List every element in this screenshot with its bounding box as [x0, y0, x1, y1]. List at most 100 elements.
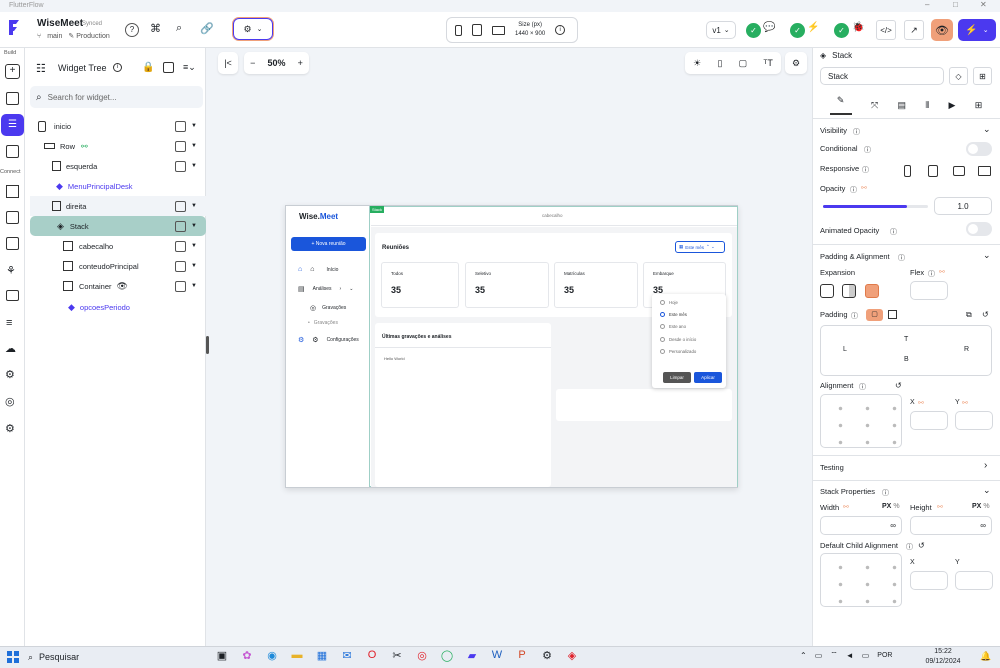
animated-opacity-toggle[interactable] — [966, 222, 992, 236]
nav-item-gravacoes[interactable]: ◎ Gravações — [310, 304, 346, 312]
expansion-flexible-icon[interactable] — [842, 284, 856, 298]
tab-state-icon[interactable]: ⦀ — [925, 100, 929, 111]
info-icon[interactable]: ⓘ — [928, 269, 935, 279]
period-option[interactable]: Hoje — [660, 300, 678, 305]
sort-icon[interactable]: ≡⌄ — [183, 62, 196, 73]
check-icon[interactable]: ✓ — [746, 23, 761, 38]
powerpoint-icon[interactable]: P — [514, 649, 530, 665]
tree-item-inicio[interactable]: inicio ▼ — [30, 116, 206, 136]
info-icon[interactable]: ⓘ — [898, 253, 905, 263]
caret-down-icon[interactable]: ▼ — [191, 263, 197, 269]
version-select[interactable]: v1 ⌄ — [706, 21, 736, 39]
add-child-icon[interactable] — [175, 120, 186, 132]
brightness-icon[interactable]: ☀ — [693, 58, 701, 69]
integrations-icon[interactable]: ⚙ — [5, 368, 15, 381]
bug-icon[interactable]: 🐞 — [852, 22, 864, 33]
search-icon[interactable]: ⌕ — [176, 22, 182, 35]
padding-bottom[interactable]: B — [904, 356, 909, 363]
add-child-icon[interactable] — [175, 260, 186, 272]
tree-item-row[interactable]: Row ⚯ ▼ — [30, 136, 206, 156]
storyboard-icon[interactable] — [6, 145, 19, 158]
child-align-y-input[interactable] — [955, 571, 993, 590]
caret-down-icon[interactable]: ▼ — [191, 203, 197, 209]
padding-right[interactable]: R — [964, 346, 969, 353]
nav-item-inicio[interactable]: ⌂ ⌂ Início — [298, 266, 338, 273]
desktop-icon[interactable] — [978, 166, 991, 176]
chevron-right-icon[interactable]: › — [984, 460, 987, 471]
file-explorer-icon[interactable]: ▬ — [289, 649, 305, 665]
conditional-toggle[interactable] — [966, 142, 992, 156]
store-icon[interactable]: ▦ — [314, 649, 330, 665]
run-button[interactable]: ⚡ ⌄ — [958, 19, 996, 41]
nav-item-configuracoes[interactable]: ⚙ ⚙ Configurações — [298, 336, 359, 344]
language-label[interactable]: POR — [877, 652, 892, 659]
phone-icon[interactable] — [455, 24, 462, 36]
period-option[interactable]: Desde o início — [660, 337, 696, 342]
phone-icon[interactable] — [904, 165, 911, 177]
widget-palette-button[interactable]: ⚙ ⌄ — [233, 18, 273, 40]
tree-item-opcoesperiodo[interactable]: ◆ opcoesPeriodo — [30, 297, 206, 317]
tab-actions-icon[interactable]: ⤧ — [871, 100, 878, 111]
tab-docs-icon[interactable]: ⊞ — [975, 100, 983, 111]
pages-icon[interactable] — [6, 92, 19, 105]
lock-icon[interactable]: 🔒 — [142, 62, 154, 73]
period-select[interactable]: ▦ Este mês ⌃ ⌄ — [675, 241, 725, 253]
help-icon[interactable]: ? — [125, 23, 139, 37]
comment-icon[interactable]: 💬 — [763, 22, 775, 33]
info-icon[interactable]: ⓘ — [906, 542, 913, 552]
tree-item-menuprincipaldesk[interactable]: ◆ MenuPrincipalDesk — [30, 176, 206, 196]
variable-icon[interactable]: ⚯ — [918, 399, 924, 407]
copy-icon[interactable]: ⧉ — [966, 310, 972, 320]
expansion-expanded-icon[interactable] — [865, 284, 879, 298]
tree-item-esquerda[interactable]: esquerda ▼ — [30, 156, 206, 176]
tree-item-stack[interactable]: ◈ Stack ▼ — [30, 216, 206, 236]
data-schema-icon[interactable] — [6, 185, 19, 198]
height-input[interactable]: ∞ — [910, 516, 992, 535]
add-child-icon[interactable] — [175, 280, 186, 292]
taskbar-search[interactable]: ⌕ Pesquisar — [28, 648, 198, 666]
unit-px[interactable]: PX — [882, 503, 891, 510]
padding-individual-icon[interactable] — [888, 310, 897, 319]
tree-item-cabecalho[interactable]: cabecalho ▼ — [30, 236, 206, 256]
info-icon[interactable]: i — [555, 25, 566, 35]
branch-info[interactable]: ⑂ main ✎ Production — [37, 32, 110, 41]
period-option[interactable]: Personalizado — [660, 349, 696, 354]
network-icon[interactable]: ⌔ — [830, 650, 838, 660]
add-child-icon[interactable] — [175, 160, 186, 172]
caret-down-icon[interactable]: ▼ — [191, 223, 197, 229]
flutterflow-logo-icon[interactable] — [5, 18, 23, 36]
info-icon[interactable]: i — [113, 63, 122, 72]
zoom-out-button[interactable]: − — [250, 58, 255, 68]
caret-down-icon[interactable]: ▼ — [191, 123, 197, 129]
height-units[interactable]: PX% — [972, 503, 990, 510]
apply-button[interactable]: Aplicar — [694, 372, 722, 383]
info-icon[interactable]: ⓘ — [882, 488, 889, 498]
cloud-functions-icon[interactable]: ☁ — [5, 342, 16, 355]
collapse-panel-button[interactable]: |< — [218, 52, 238, 74]
copilot-icon[interactable]: ✿ — [239, 649, 255, 665]
close-icon[interactable]: ✕ — [980, 0, 987, 9]
opacity-input[interactable]: 1.0 — [934, 197, 992, 215]
add-child-icon[interactable] — [175, 220, 186, 232]
panel-resize-handle[interactable] — [206, 336, 209, 354]
unit-percent[interactable]: % — [983, 503, 989, 510]
notification-icon[interactable]: 🔔 — [980, 651, 991, 662]
info-icon[interactable]: ⓘ — [864, 145, 871, 155]
chevron-down-icon[interactable]: ⌄ — [983, 485, 991, 496]
opacity-slider[interactable] — [823, 205, 928, 208]
add-child-icon[interactable] — [175, 140, 186, 152]
info-icon[interactable]: ⓘ — [853, 127, 860, 137]
volume-icon[interactable]: ◄ — [846, 651, 854, 660]
caret-down-icon[interactable]: ▼ — [191, 163, 197, 169]
opera-icon[interactable]: O — [364, 649, 380, 665]
check-icon[interactable]: ✓ — [790, 23, 805, 38]
phone-icon[interactable]: ▯ — [717, 58, 722, 69]
minimize-icon[interactable]: – — [925, 0, 929, 9]
chevron-down-icon[interactable]: ⌄ — [983, 250, 991, 261]
check-icon[interactable]: ✓ — [834, 23, 849, 38]
clear-button[interactable]: Limpar — [663, 372, 691, 383]
battery-icon[interactable]: ▭ — [815, 651, 823, 660]
tab-properties-icon[interactable]: ✎ — [829, 95, 852, 115]
theme-icon[interactable]: ⚘ — [6, 264, 16, 277]
capcut-icon[interactable]: ✂ — [389, 649, 405, 665]
